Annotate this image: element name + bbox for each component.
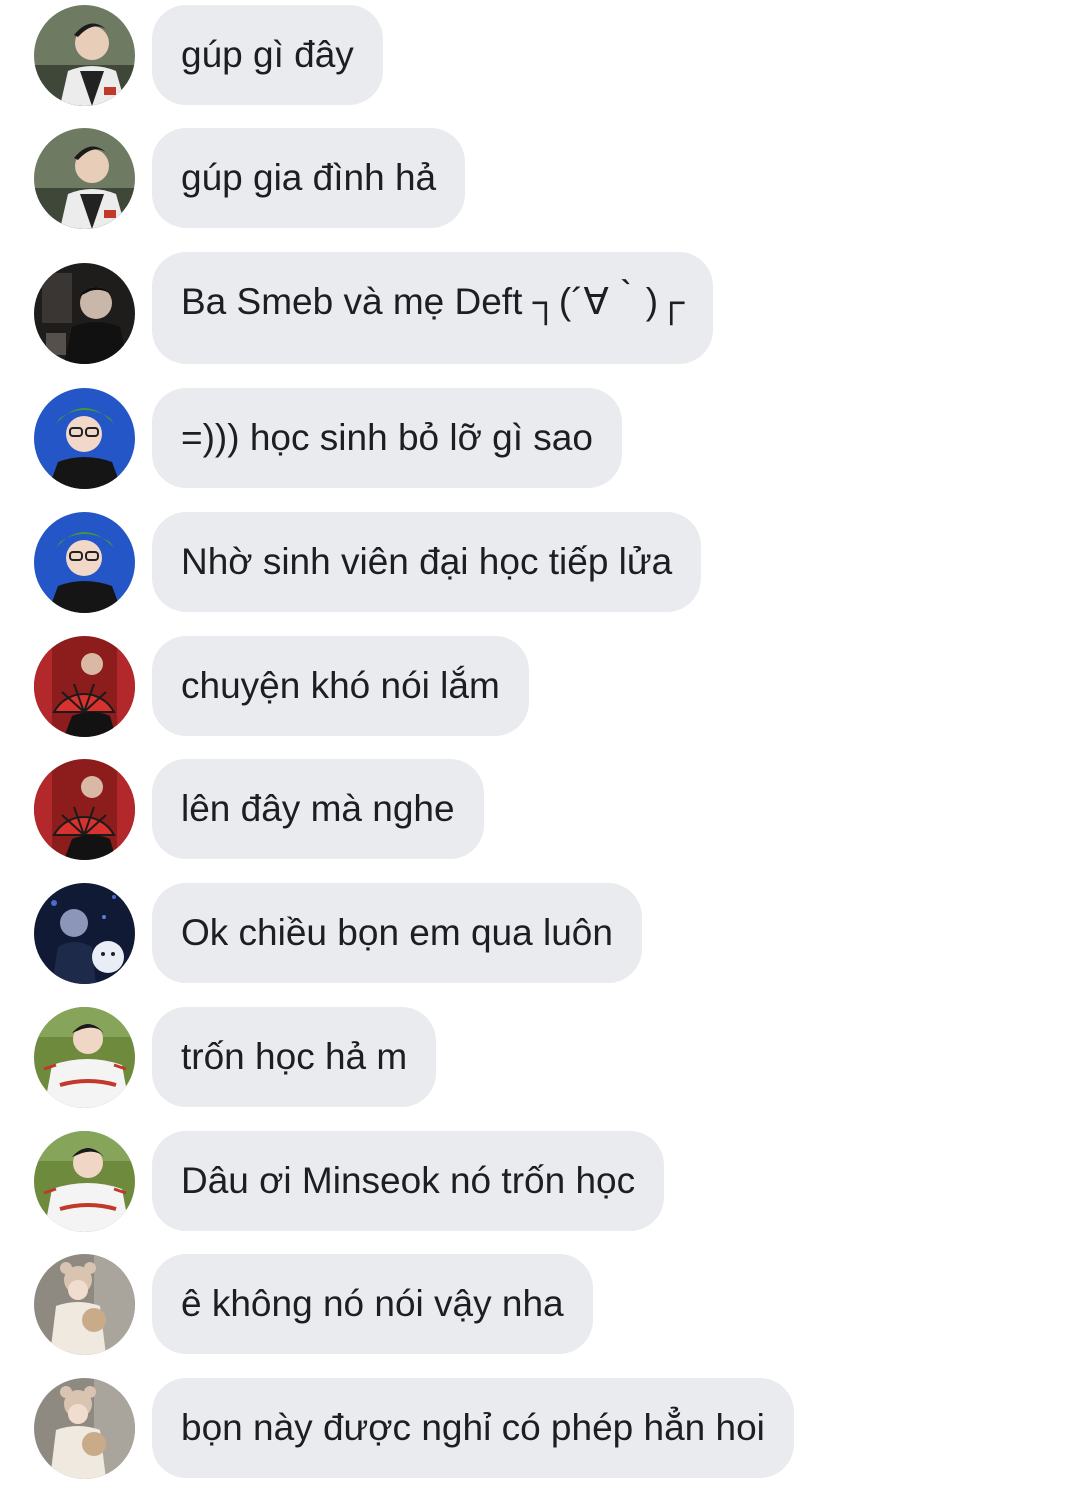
user-avatar[interactable] xyxy=(34,5,135,106)
user-avatar[interactable] xyxy=(34,1007,135,1108)
message-bubble[interactable]: chuyện khó nói lắm xyxy=(152,636,529,736)
user-avatar[interactable] xyxy=(34,883,135,984)
message-bubble[interactable]: =))) học sinh bỏ lỡ gì sao xyxy=(152,388,622,488)
message-bubble[interactable]: lên đây mà nghe xyxy=(152,759,484,859)
user-avatar[interactable] xyxy=(34,128,135,229)
message-bubble[interactable]: Ba Smeb và mẹ Deft ┐(´∀｀)┌ xyxy=(152,252,714,364)
user-avatar[interactable] xyxy=(34,1254,135,1355)
user-avatar[interactable] xyxy=(34,388,135,489)
user-avatar[interactable] xyxy=(34,263,135,364)
user-avatar[interactable] xyxy=(34,759,135,860)
message-bubble[interactable]: gúp gia đình hả xyxy=(152,128,466,228)
chat-thread: gúp gì đây gúp gia đình hả Ba Smeb và mẹ… xyxy=(0,0,1080,1489)
message-bubble[interactable]: ê không nó nói vậy nha xyxy=(152,1254,593,1354)
message-bubble[interactable]: Dâu ơi Minseok nó trốn học xyxy=(152,1131,665,1231)
message-bubble[interactable]: trốn học hả m xyxy=(152,1007,437,1107)
message-bubble[interactable]: Ok chiều bọn em qua luôn xyxy=(152,883,642,983)
user-avatar[interactable] xyxy=(34,1131,135,1232)
user-avatar[interactable] xyxy=(34,512,135,613)
message-bubble[interactable]: gúp gì đây xyxy=(152,5,383,105)
user-avatar[interactable] xyxy=(34,1378,135,1479)
user-avatar[interactable] xyxy=(34,636,135,737)
message-bubble[interactable]: Nhờ sinh viên đại học tiếp lửa xyxy=(152,512,702,612)
message-bubble[interactable]: bọn này được nghỉ có phép hẳn hoi xyxy=(152,1378,794,1478)
